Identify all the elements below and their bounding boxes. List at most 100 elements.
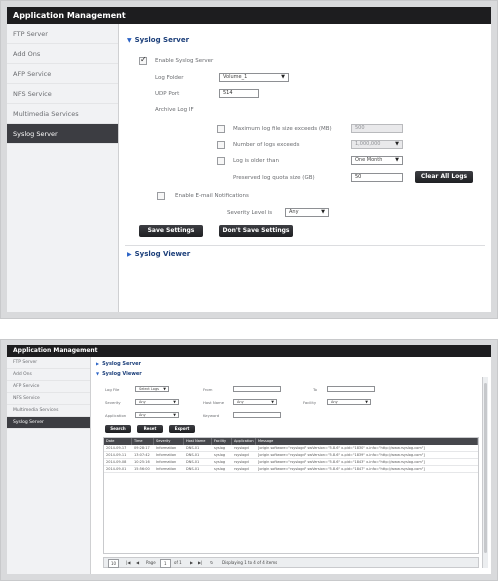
num-logs-select[interactable]: 1,000,000 <box>351 140 403 149</box>
facility-select[interactable]: Any <box>327 399 371 405</box>
sidebar-item-add-ons[interactable]: Add Ons <box>7 44 118 64</box>
sidebar-item-ftp-server[interactable]: FTP Server <box>7 357 90 369</box>
syslog-server-heading: Syslog Server <box>102 361 141 367</box>
table-row[interactable]: 2014-09-01 15:56:00 Information DNS-01 s… <box>104 466 478 473</box>
export-button[interactable]: Export <box>169 425 195 433</box>
cell-message: [origin software="rsyslogd" swVersion="5… <box>258 446 425 450</box>
next-page-icon[interactable]: ▶ <box>190 558 193 567</box>
sidebar-item-nfs-service[interactable]: NFS Service <box>7 393 90 405</box>
syslog-viewer-heading: Syslog Viewer <box>134 250 191 258</box>
cell-host-name: DNS-01 <box>186 467 200 471</box>
page-label: Page <box>146 560 156 565</box>
column-header-facility[interactable]: Facility <box>212 438 232 445</box>
log-older-select[interactable]: One Month <box>351 156 403 165</box>
column-header-application[interactable]: Application <box>232 438 256 445</box>
num-logs-checkbox[interactable] <box>217 141 225 149</box>
keyword-label: Keyword <box>203 413 220 418</box>
application-select[interactable]: Any <box>135 412 179 418</box>
table-row[interactable]: 2014-09-17 09:28:17 Information DNS-01 s… <box>104 445 478 452</box>
host-name-select[interactable]: Any <box>233 399 277 405</box>
search-button[interactable]: Search <box>105 425 131 433</box>
vertical-scrollbar[interactable] <box>482 377 488 568</box>
syslog-viewer-section-header[interactable]: ▼ Syslog Viewer <box>96 371 142 377</box>
sidebar-item-afp-service[interactable]: AFP Service <box>7 381 90 393</box>
sidebar: FTP Server Add Ons AFP Service NFS Servi… <box>7 357 91 574</box>
syslog-table: Date Time Severity Host Name Facility Ap… <box>103 437 479 554</box>
cell-facility: syslog <box>214 460 226 464</box>
cell-facility: syslog <box>214 453 226 457</box>
cell-date: 2014-09-01 <box>106 467 127 471</box>
udp-port-label: UDP Port <box>155 91 180 97</box>
cell-time: 15:56:00 <box>134 467 150 471</box>
cell-severity: Information <box>156 446 177 450</box>
cell-message: [origin software="rsyslogd" swVersion="5… <box>258 467 425 471</box>
max-size-input[interactable]: 500 <box>351 124 403 133</box>
keyword-input[interactable] <box>233 412 281 418</box>
previous-page-icon[interactable]: ◀ <box>136 558 139 567</box>
sidebar-item-syslog-server[interactable]: Syslog Server <box>7 124 118 144</box>
syslog-viewer-section-header[interactable]: ▶ Syslog Viewer <box>127 250 190 258</box>
to-label: To <box>313 387 317 392</box>
table-row[interactable]: 2014-09-11 13:07:42 Information DNS-01 s… <box>104 452 478 459</box>
app-title: Application Management <box>7 7 491 24</box>
to-date-input[interactable] <box>327 386 375 392</box>
syslog-server-heading: Syslog Server <box>134 36 190 44</box>
first-page-icon[interactable]: |◀ <box>126 558 130 567</box>
cell-application: rsyslogd <box>234 453 249 457</box>
num-logs-label: Number of logs exceeds <box>233 142 300 148</box>
severity-select[interactable]: Any <box>135 399 179 405</box>
column-header-message[interactable]: Message <box>256 438 478 445</box>
sidebar-item-syslog-server[interactable]: Syslog Server <box>7 417 90 429</box>
max-size-checkbox[interactable] <box>217 125 225 133</box>
column-header-host-name[interactable]: Host Name <box>184 438 212 445</box>
table-row[interactable]: 2014-09-08 10:25:16 Information DNS-01 s… <box>104 459 478 466</box>
expanded-triangle-icon: ▼ <box>127 37 132 44</box>
cell-severity: Information <box>156 467 177 471</box>
syslog-server-section-header[interactable]: ▶ Syslog Server <box>96 361 141 367</box>
column-header-time[interactable]: Time <box>132 438 154 445</box>
cell-date: 2014-09-11 <box>106 453 127 457</box>
page-of-label: of 1 <box>174 560 182 565</box>
collapsed-triangle-icon: ▶ <box>127 251 132 258</box>
column-header-date[interactable]: Date <box>104 438 132 445</box>
severity-level-select[interactable]: Any <box>285 208 329 217</box>
rows-per-page-select[interactable]: 10 <box>108 559 120 568</box>
sidebar-item-ftp-server[interactable]: FTP Server <box>7 24 118 44</box>
cell-time: 09:28:17 <box>134 446 150 450</box>
page-number-input[interactable]: 1 <box>160 559 171 568</box>
column-header-severity[interactable]: Severity <box>154 438 184 445</box>
from-label: From <box>203 387 213 392</box>
log-folder-select[interactable]: Volume_1 <box>219 73 289 82</box>
log-folder-label: Log Folder <box>155 75 184 81</box>
section-divider <box>125 245 485 246</box>
reset-button[interactable]: Reset <box>137 425 163 433</box>
cell-application: rsyslogd <box>234 460 249 464</box>
application-label: Application <box>105 413 127 418</box>
cell-severity: Information <box>156 460 177 464</box>
syslog-server-section-header[interactable]: ▼ Syslog Server <box>127 36 189 44</box>
save-settings-button[interactable]: Save Settings <box>139 225 203 237</box>
scrollbar-thumb[interactable] <box>484 383 487 553</box>
cell-date: 2014-09-08 <box>106 460 127 464</box>
last-page-icon[interactable]: ▶| <box>198 558 202 567</box>
clear-all-logs-button[interactable]: Clear All Logs <box>415 171 473 183</box>
pagination-bar: 10 |◀ ◀ Page 1 of 1 ▶ ▶| ↻ Displaying 1 … <box>103 557 479 568</box>
sidebar-item-multimedia-services[interactable]: Multimedia Services <box>7 405 90 417</box>
cell-time: 13:07:42 <box>134 453 150 457</box>
email-notifications-checkbox[interactable] <box>157 192 165 200</box>
refresh-icon[interactable]: ↻ <box>210 558 213 567</box>
preserved-quota-input[interactable]: 50 <box>351 173 403 182</box>
from-date-input[interactable] <box>233 386 281 392</box>
severity-level-label: Severity Level is <box>227 210 273 216</box>
sidebar-item-nfs-service[interactable]: NFS Service <box>7 84 118 104</box>
log-older-checkbox[interactable] <box>217 157 225 165</box>
cell-date: 2014-09-17 <box>106 446 127 450</box>
log-file-select[interactable]: Select Logs <box>135 386 169 392</box>
severity-label: Severity <box>105 400 121 405</box>
sidebar-item-afp-service[interactable]: AFP Service <box>7 64 118 84</box>
sidebar-item-add-ons[interactable]: Add Ons <box>7 369 90 381</box>
sidebar-item-multimedia-services[interactable]: Multimedia Services <box>7 104 118 124</box>
enable-syslog-checkbox[interactable] <box>139 55 147 65</box>
dont-save-settings-button[interactable]: Don't Save Settings <box>219 225 293 237</box>
udp-port-input[interactable]: 514 <box>219 89 259 98</box>
